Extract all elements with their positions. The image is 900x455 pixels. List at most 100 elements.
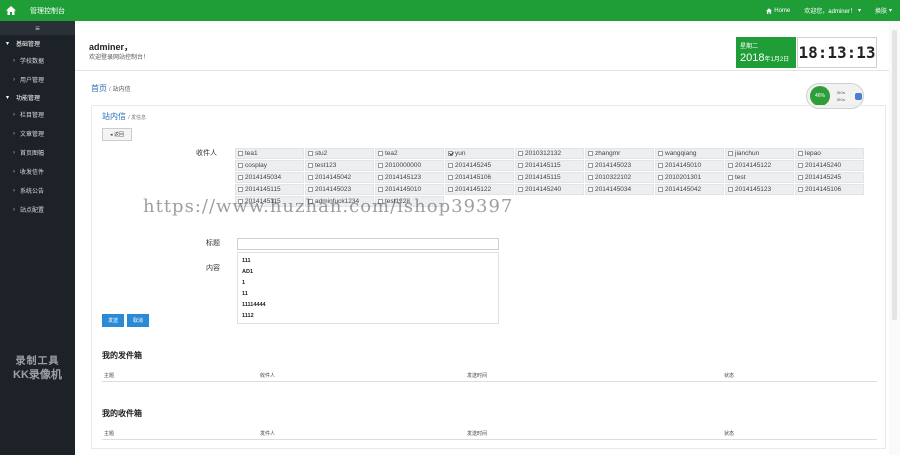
recipient-checkbox[interactable]: tea1 bbox=[235, 148, 304, 159]
checkbox[interactable] bbox=[238, 187, 243, 192]
recipient-checkbox[interactable]: 2014145042 bbox=[655, 184, 724, 195]
checkbox[interactable] bbox=[308, 163, 313, 168]
home-link[interactable]: Home bbox=[766, 8, 790, 14]
checkbox[interactable] bbox=[658, 187, 663, 192]
recipient-checkbox[interactable]: 2014145245 bbox=[445, 160, 514, 171]
recipient-checkbox[interactable]: zhangmr bbox=[585, 148, 654, 159]
checkbox[interactable] bbox=[658, 163, 663, 168]
recipient-checkbox[interactable]: 2014145123 bbox=[725, 184, 794, 195]
recipient-checkbox[interactable]: 2014145023 bbox=[305, 184, 374, 195]
recipient-checkbox[interactable]: lepao bbox=[795, 148, 864, 159]
recipient-checkbox[interactable]: 2014145115 bbox=[515, 172, 584, 183]
recipient-checkbox[interactable]: 2010000000 bbox=[375, 160, 444, 171]
sidebar-item-articles[interactable]: › 文章管理 bbox=[0, 124, 75, 143]
recipient-checkbox[interactable]: 2010322102 bbox=[585, 172, 654, 183]
checkbox[interactable] bbox=[518, 163, 523, 168]
checkbox[interactable] bbox=[378, 175, 383, 180]
recipient-checkbox[interactable]: stu2 bbox=[305, 148, 374, 159]
checkbox[interactable] bbox=[448, 175, 453, 180]
checkbox[interactable] bbox=[728, 187, 733, 192]
sidebar-item-columns[interactable]: › 栏目管理 bbox=[0, 105, 75, 124]
recipient-checkbox[interactable]: 2010201301 bbox=[655, 172, 724, 183]
user-menu[interactable]: 欢迎您，adminer！ ▾ bbox=[804, 6, 861, 15]
recipient-checkbox[interactable]: 2014145115 bbox=[235, 196, 304, 207]
theme-menu[interactable]: 换肤 ▾ bbox=[875, 6, 892, 15]
checkbox[interactable] bbox=[518, 187, 523, 192]
recipient-checkbox[interactable]: yun bbox=[445, 148, 514, 159]
scrollbar-thumb[interactable] bbox=[892, 30, 897, 320]
recipient-checkbox[interactable]: 2014145115 bbox=[515, 160, 584, 171]
checkbox[interactable] bbox=[238, 151, 243, 156]
back-button[interactable]: ◂ 返回 bbox=[102, 128, 132, 141]
checkbox[interactable] bbox=[238, 199, 243, 204]
checkbox[interactable] bbox=[588, 151, 593, 156]
recipient-checkbox[interactable]: 2014145023 bbox=[585, 160, 654, 171]
recipient-checkbox[interactable]: 2014145042 bbox=[305, 172, 374, 183]
content-textarea[interactable]: 111 AD1 1 11 11114444 1112 bbox=[237, 252, 499, 324]
checkbox[interactable] bbox=[378, 199, 383, 204]
checkbox[interactable] bbox=[728, 151, 733, 156]
sidebar-group-basic[interactable]: ▾ 基础管理 bbox=[0, 35, 75, 51]
checkbox[interactable] bbox=[448, 151, 453, 156]
checkbox[interactable] bbox=[798, 175, 803, 180]
recipient-checkbox[interactable]: 2014145034 bbox=[585, 184, 654, 195]
recipient-checkbox[interactable]: test123 bbox=[305, 160, 374, 171]
cancel-button[interactable]: 取消 bbox=[127, 314, 149, 327]
recipient-checkbox[interactable]: 2014145122 bbox=[725, 160, 794, 171]
checkbox[interactable] bbox=[798, 151, 803, 156]
sidebar-item-site-config[interactable]: › 站点配置 bbox=[0, 200, 75, 219]
send-button[interactable]: 发送 bbox=[102, 314, 124, 327]
recipient-checkbox[interactable]: 2014145106 bbox=[795, 184, 864, 195]
checkbox[interactable] bbox=[238, 175, 243, 180]
sidebar-item-messages[interactable]: › 收发信件 bbox=[0, 162, 75, 181]
checkbox[interactable] bbox=[798, 187, 803, 192]
checkbox[interactable] bbox=[448, 163, 453, 168]
checkbox[interactable] bbox=[308, 175, 313, 180]
checkbox[interactable] bbox=[308, 187, 313, 192]
recipient-checkbox[interactable]: 2014145010 bbox=[375, 184, 444, 195]
checkbox[interactable] bbox=[448, 187, 453, 192]
recipient-checkbox[interactable]: test1228 bbox=[375, 196, 444, 207]
checkbox[interactable] bbox=[308, 151, 313, 156]
checkbox[interactable] bbox=[658, 175, 663, 180]
recipient-checkbox[interactable]: 2014145123 bbox=[375, 172, 444, 183]
recipient-checkbox[interactable]: 2014145122 bbox=[445, 184, 514, 195]
recipient-checkbox[interactable]: 2014145240 bbox=[795, 160, 864, 171]
sidebar-toggle[interactable]: ≡ bbox=[0, 21, 75, 35]
checkbox[interactable] bbox=[378, 187, 383, 192]
recipient-checkbox[interactable]: 2010312132 bbox=[515, 148, 584, 159]
recipient-checkbox[interactable]: jianchun bbox=[725, 148, 794, 159]
checkbox[interactable] bbox=[238, 163, 243, 168]
sidebar-item-user-management[interactable]: › 用户管理 bbox=[0, 70, 75, 89]
checkbox[interactable] bbox=[308, 199, 313, 204]
checkbox[interactable] bbox=[378, 163, 383, 168]
checkbox[interactable] bbox=[798, 163, 803, 168]
recipient-checkbox[interactable]: 2014145245 bbox=[795, 172, 864, 183]
recipient-checkbox[interactable]: test bbox=[725, 172, 794, 183]
recipient-checkbox[interactable]: 2014145240 bbox=[515, 184, 584, 195]
sidebar-item-announcements[interactable]: › 系统公告 bbox=[0, 181, 75, 200]
checkbox[interactable] bbox=[518, 175, 523, 180]
recipient-checkbox[interactable]: cosplay bbox=[235, 160, 304, 171]
recipient-checkbox[interactable]: 2014145034 bbox=[235, 172, 304, 183]
checkbox[interactable] bbox=[518, 151, 523, 156]
checkbox[interactable] bbox=[588, 187, 593, 192]
home-icon-button[interactable] bbox=[0, 0, 22, 21]
checkbox[interactable] bbox=[728, 163, 733, 168]
sidebar-item-school-data[interactable]: › 学校数据 bbox=[0, 51, 75, 70]
recipient-checkbox[interactable]: 2014145106 bbox=[445, 172, 514, 183]
recipient-checkbox[interactable]: 2014145115 bbox=[235, 184, 304, 195]
sidebar-item-home-images[interactable]: › 首页图幅 bbox=[0, 143, 75, 162]
sidebar-group-functions[interactable]: ▾ 功能管理 bbox=[0, 89, 75, 105]
checkbox[interactable] bbox=[658, 151, 663, 156]
recipient-checkbox[interactable]: adminfuck1234 bbox=[305, 196, 374, 207]
breadcrumb-home[interactable]: 首页 bbox=[91, 84, 107, 93]
checkbox[interactable] bbox=[588, 163, 593, 168]
recipient-checkbox[interactable]: wangqiang bbox=[655, 148, 724, 159]
checkbox[interactable] bbox=[588, 175, 593, 180]
checkbox[interactable] bbox=[728, 175, 733, 180]
subject-input[interactable] bbox=[237, 238, 499, 250]
recipient-checkbox[interactable]: tea2 bbox=[375, 148, 444, 159]
recipient-checkbox[interactable]: 2014145010 bbox=[655, 160, 724, 171]
checkbox[interactable] bbox=[378, 151, 383, 156]
